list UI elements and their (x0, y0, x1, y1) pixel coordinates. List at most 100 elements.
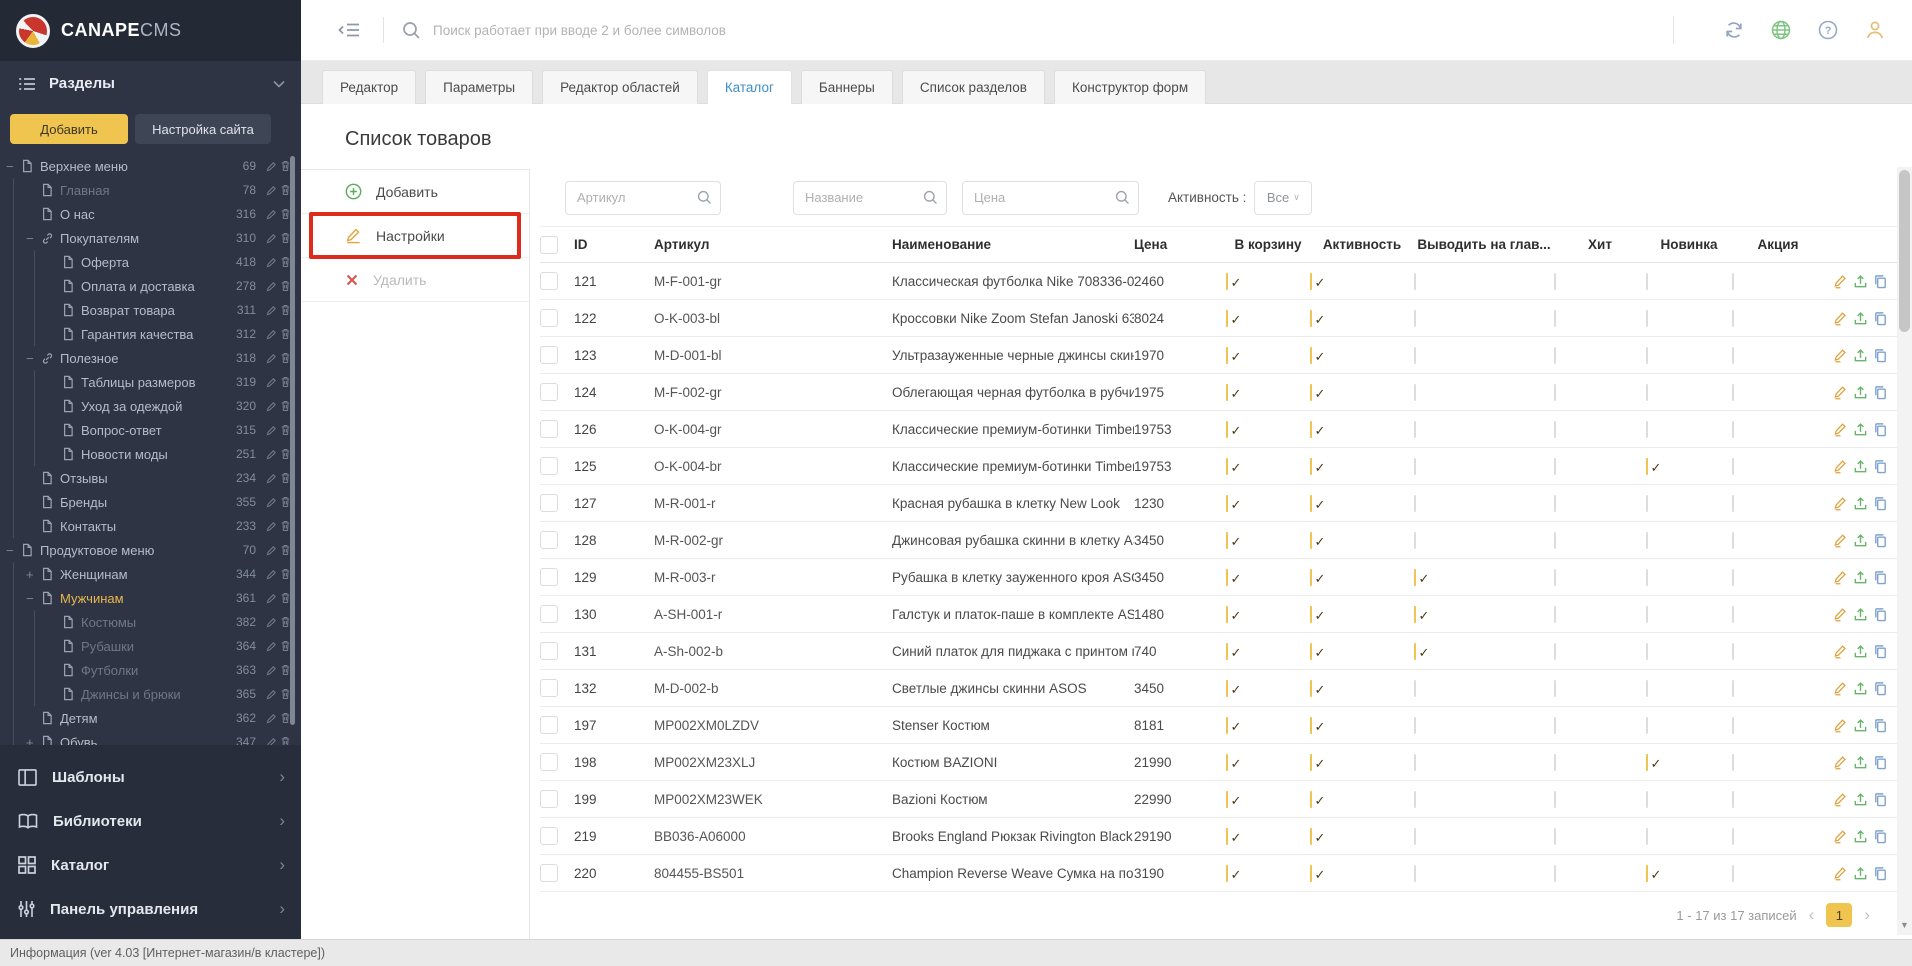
cart-checkbox[interactable] (1226, 568, 1228, 586)
show-on-main-checkbox[interactable] (1414, 790, 1416, 808)
cart-checkbox[interactable] (1226, 864, 1228, 882)
new-checkbox[interactable] (1646, 383, 1648, 401)
edit-icon[interactable] (1833, 866, 1848, 881)
edit-icon[interactable] (266, 257, 277, 268)
add-product-button[interactable]: Добавить (301, 170, 529, 214)
tab[interactable]: Баннеры (800, 70, 893, 104)
promo-checkbox[interactable] (1732, 864, 1734, 882)
edit-icon[interactable] (1833, 422, 1848, 437)
activity-checkbox[interactable] (1310, 346, 1312, 364)
hit-checkbox[interactable] (1554, 420, 1556, 438)
tab[interactable]: Редактор областей (542, 70, 698, 104)
edit-icon[interactable] (266, 641, 277, 652)
price-filter-input[interactable] (962, 180, 1139, 215)
copy-icon[interactable] (1873, 459, 1888, 474)
promo-checkbox[interactable] (1732, 383, 1734, 401)
new-checkbox[interactable] (1646, 346, 1648, 364)
tree-expander-icon[interactable] (26, 351, 41, 366)
edit-icon[interactable] (266, 281, 277, 292)
copy-icon[interactable] (1873, 755, 1888, 770)
sidebar-item-libraries[interactable]: Библиотеки › (0, 799, 301, 843)
user-icon[interactable] (1864, 19, 1886, 41)
activity-checkbox[interactable] (1310, 383, 1312, 401)
tree-item[interactable]: Контакты 233 (0, 514, 301, 538)
row-checkbox[interactable] (540, 568, 558, 586)
new-checkbox[interactable] (1646, 790, 1648, 808)
edit-icon[interactable] (266, 377, 277, 388)
activity-checkbox[interactable] (1310, 753, 1312, 771)
tab[interactable]: Параметры (425, 70, 534, 104)
tree-item[interactable]: Покупателям 310 (0, 226, 301, 250)
row-checkbox[interactable] (540, 679, 558, 697)
column-header-main[interactable]: Выводить на глав... (1414, 237, 1554, 252)
upload-icon[interactable] (1853, 311, 1868, 326)
tree-item[interactable]: Детям 362 (0, 706, 301, 730)
tree-item[interactable]: Оферта 418 (0, 250, 301, 274)
edit-icon[interactable] (266, 425, 277, 436)
sections-header[interactable]: Разделы (0, 61, 301, 106)
copy-icon[interactable] (1873, 533, 1888, 548)
column-header-promo[interactable]: Акция (1732, 237, 1824, 252)
copy-icon[interactable] (1873, 644, 1888, 659)
activity-checkbox[interactable] (1310, 679, 1312, 697)
tree-item[interactable]: Вопрос-ответ 315 (0, 418, 301, 442)
tree-item[interactable]: Гарантия качества 312 (0, 322, 301, 346)
edit-icon[interactable] (266, 665, 277, 676)
cart-checkbox[interactable] (1226, 679, 1228, 697)
hit-checkbox[interactable] (1554, 309, 1556, 327)
tree-expander-icon[interactable] (26, 231, 41, 246)
refresh-icon[interactable] (1723, 19, 1745, 41)
edit-icon[interactable] (266, 713, 277, 724)
edit-icon[interactable] (1833, 348, 1848, 363)
row-checkbox[interactable] (540, 531, 558, 549)
edit-icon[interactable] (266, 353, 277, 364)
cart-checkbox[interactable] (1226, 790, 1228, 808)
copy-icon[interactable] (1873, 718, 1888, 733)
edit-icon[interactable] (1833, 570, 1848, 585)
show-on-main-checkbox[interactable] (1414, 642, 1416, 660)
show-on-main-checkbox[interactable] (1414, 494, 1416, 512)
upload-icon[interactable] (1853, 533, 1868, 548)
tree-item[interactable]: Продуктовое меню 70 (0, 538, 301, 562)
edit-icon[interactable] (266, 161, 277, 172)
tree-item[interactable]: Футболки 363 (0, 658, 301, 682)
add-section-button[interactable]: Добавить (10, 114, 128, 144)
tree-expander-icon[interactable] (6, 159, 21, 174)
globe-icon[interactable] (1770, 19, 1792, 41)
global-search-input[interactable] (433, 22, 993, 38)
new-checkbox[interactable] (1646, 827, 1648, 845)
column-header-cart[interactable]: В корзину (1226, 237, 1310, 252)
upload-icon[interactable] (1853, 570, 1868, 585)
next-page-icon[interactable]: › (1864, 905, 1870, 925)
activity-checkbox[interactable] (1310, 642, 1312, 660)
upload-icon[interactable] (1853, 866, 1868, 881)
new-checkbox[interactable] (1646, 457, 1648, 475)
promo-checkbox[interactable] (1732, 420, 1734, 438)
edit-icon[interactable] (1833, 274, 1848, 289)
row-checkbox[interactable] (540, 716, 558, 734)
scroll-down-arrow-icon[interactable]: ▼ (1897, 917, 1912, 933)
hit-checkbox[interactable] (1554, 716, 1556, 734)
site-settings-button[interactable]: Настройка сайта (135, 114, 271, 144)
promo-checkbox[interactable] (1732, 457, 1734, 475)
show-on-main-checkbox[interactable] (1414, 346, 1416, 364)
edit-icon[interactable] (1833, 681, 1848, 696)
column-header-price[interactable]: Цена (1134, 237, 1226, 252)
page-button[interactable]: 1 (1826, 903, 1853, 927)
promo-checkbox[interactable] (1732, 346, 1734, 364)
new-checkbox[interactable] (1646, 716, 1648, 734)
show-on-main-checkbox[interactable] (1414, 716, 1416, 734)
tree-expander-icon[interactable] (6, 543, 21, 558)
promo-checkbox[interactable] (1732, 642, 1734, 660)
activity-checkbox[interactable] (1310, 716, 1312, 734)
cart-checkbox[interactable] (1226, 827, 1228, 845)
copy-icon[interactable] (1873, 866, 1888, 881)
tree-item[interactable]: Полезное 318 (0, 346, 301, 370)
cart-checkbox[interactable] (1226, 346, 1228, 364)
upload-icon[interactable] (1853, 422, 1868, 437)
activity-checkbox[interactable] (1310, 568, 1312, 586)
cart-checkbox[interactable] (1226, 457, 1228, 475)
row-checkbox[interactable] (540, 420, 558, 438)
promo-checkbox[interactable] (1732, 679, 1734, 697)
upload-icon[interactable] (1853, 792, 1868, 807)
